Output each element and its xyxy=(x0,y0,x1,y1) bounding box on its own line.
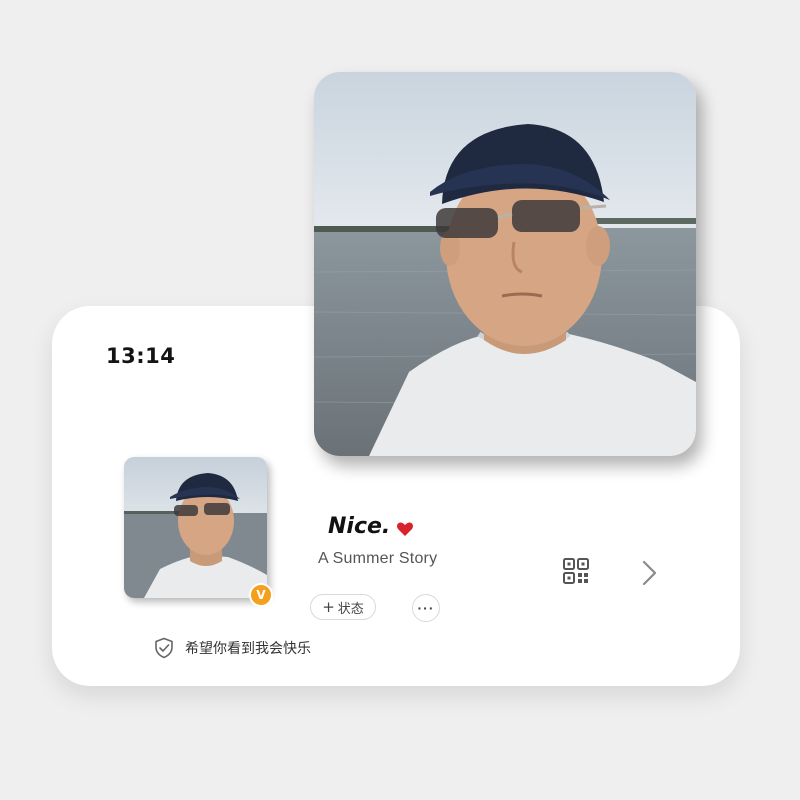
cover-photo-image xyxy=(314,72,696,456)
status-time: 13:14 xyxy=(106,344,176,368)
chevron-right-icon[interactable] xyxy=(639,559,659,587)
avatar[interactable] xyxy=(124,457,267,598)
cover-photo[interactable] xyxy=(314,72,696,456)
plus-icon: + xyxy=(322,597,335,616)
heart-icon xyxy=(397,522,413,536)
status-button-label: 状态 xyxy=(337,601,364,617)
motto-text: 希望你看到我会快乐 xyxy=(185,641,311,657)
shield-check-icon xyxy=(155,637,173,659)
avatar-image xyxy=(124,457,267,598)
verified-badge: V xyxy=(249,583,273,607)
more-button[interactable]: ··· xyxy=(412,594,440,622)
add-status-button[interactable]: + 状态 xyxy=(310,594,376,620)
signature-text: A Summer Story xyxy=(318,550,438,567)
qr-code-icon[interactable] xyxy=(561,556,591,586)
nickname: Nice. xyxy=(328,514,391,539)
